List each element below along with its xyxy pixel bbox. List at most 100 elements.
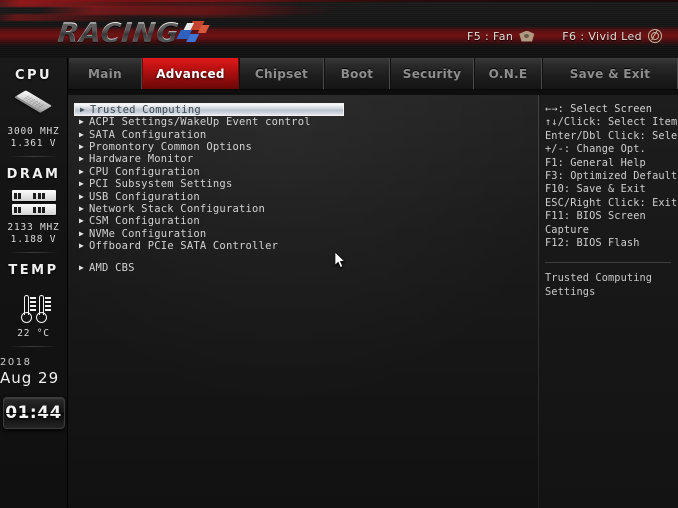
menu-item[interactable]: ▶ CPU Configuration (74, 166, 538, 178)
help-description-line: Trusted Computing (545, 272, 653, 285)
tab-security[interactable]: Security (390, 58, 474, 89)
tab-label: Security (402, 66, 462, 81)
menu-item[interactable]: ▶ PCI Subsystem Settings (74, 178, 538, 190)
menu-item[interactable]: ▶ USB Configuration (74, 190, 538, 203)
sidebar-date: 2018 Aug 29 (0, 357, 67, 387)
menu-item-label: AMD CBS (89, 262, 135, 275)
help-key-line: F3: Optimized Defaults (545, 170, 678, 183)
menu-item[interactable]: ▶ ACPI Settings/WakeUp Event control (74, 116, 538, 128)
help-key-line: +/-: Change Opt. (545, 143, 646, 156)
sidebar-dram-voltage: 1.188 V (10, 234, 57, 245)
menu-item-label: NVMe Configuration (89, 227, 207, 240)
sidebar-cpu-block: CPU 3000 MHZ 1.361 V (0, 58, 67, 150)
tab-advanced[interactable]: Advanced (142, 58, 239, 94)
checkered-flag-icon (175, 20, 211, 46)
tab-boot[interactable]: Boot (324, 58, 390, 89)
hotkey-vivid-led-label: F6 : Vivid Led (562, 29, 642, 43)
menu-item[interactable]: ▶ Promontory Common Options (74, 141, 538, 153)
tab-label: Advanced (156, 66, 225, 81)
menu-item-label: CPU Configuration (89, 165, 200, 178)
fan-icon (519, 31, 534, 42)
help-panel: ←→: Select Screen ↑↓/Click: Select Item En… (539, 95, 678, 508)
help-key-line: Enter/Dbl Click: Select (545, 129, 678, 142)
sidebar-clock-time: 01:44 (5, 403, 62, 423)
help-key-line: Capture (545, 223, 590, 236)
header-banner: RACING F5 : Fan F6 : Vivid Led (0, 0, 678, 58)
header-hotkeys: F5 : Fan F6 : Vivid Led (467, 29, 662, 43)
help-key-list: ←→: Select Screen ↑↓/Click: Select Item En… (545, 103, 678, 250)
menu-group-spacer (74, 252, 538, 262)
menu-item-label: Promontory Common Options (89, 140, 253, 153)
chevron-right-icon: ▶ (79, 263, 85, 273)
menu-item-label: PCI Subsystem Settings (89, 178, 233, 191)
help-description-line: Settings (545, 285, 596, 298)
tab-label: Save & Exit (569, 66, 651, 81)
menu-item-label: CSM Configuration (89, 215, 200, 228)
chevron-right-icon: ▶ (79, 129, 85, 139)
sidebar-temp-value: 22 °C (17, 328, 50, 339)
hotkey-fan[interactable]: F5 : Fan (467, 30, 534, 43)
chevron-right-icon: ▶ (79, 179, 85, 189)
menu-item[interactable]: ▶ Network Stack Configuration (74, 203, 538, 215)
menu-item-label: Offboard PCIe SATA Controller (89, 240, 279, 253)
menu-item-label: Network Stack Configuration (89, 202, 266, 215)
menu-item[interactable]: ▶ NVMe Configuration (74, 228, 538, 240)
chevron-right-icon: ▶ (80, 104, 86, 114)
bios-screen: RACING F5 : Fan F6 : Vivid Led CPU 3000 (0, 0, 678, 508)
sidebar-dram-title: DRAM (6, 167, 61, 182)
menu-item[interactable]: ▶ AMD CBS (74, 262, 538, 274)
help-key-line: F10: Save & Exit (545, 183, 646, 196)
sidebar-temp-title: TEMP (8, 263, 59, 278)
thermometer-icon (11, 286, 57, 324)
chevron-right-icon: ▶ (79, 154, 85, 164)
sidebar-cpu-title: CPU (14, 68, 53, 83)
help-key-line: F11: BIOS Screen (545, 210, 646, 223)
menu-item[interactable]: ▶ Hardware Monitor (74, 153, 538, 165)
chevron-right-icon: ▶ (79, 228, 85, 238)
sidebar-temp-block: TEMP 22 °C (0, 253, 67, 340)
system-info-sidebar: CPU 3000 MHZ 1.361 V DRAM 2133 MHZ 1.188… (0, 58, 68, 508)
menu-item[interactable]: ▶ SATA Configuration (74, 128, 538, 141)
hotkey-fan-label: F5 : Fan (467, 29, 514, 43)
brand-logo: RACING (56, 17, 211, 49)
tab-label: O.N.E (488, 66, 528, 81)
advanced-menu-panel: ▶ Trusted Computing ▶ ACPI Settings/WakeUp … (68, 95, 538, 508)
sidebar-dram-block: DRAM 2133 MHZ 1.188 V (0, 157, 67, 246)
menu-item[interactable]: ▶ CSM Configuration (74, 215, 538, 227)
tab-label: Main (88, 66, 122, 81)
help-key-line: ←→: Select Screen (545, 103, 653, 115)
help-key-line: F1: General Help (545, 156, 646, 169)
menu-item-label: SATA Configuration (89, 128, 207, 141)
logo-text: RACING (56, 17, 182, 49)
cpu-chip-icon (11, 90, 57, 120)
chevron-right-icon: ▶ (79, 216, 85, 226)
dram-module-icon (11, 190, 57, 216)
tab-chipset[interactable]: Chipset (239, 58, 324, 89)
hotkey-vivid-led[interactable]: F6 : Vivid Led (562, 29, 662, 43)
menu-item[interactable]: ▶ Offboard PCIe SATA Controller (74, 240, 538, 252)
menu-item[interactable]: ▶ Trusted Computing (74, 103, 344, 116)
help-key-line: ESC/Right Click: Exit (545, 196, 678, 209)
sidebar-divider (8, 346, 59, 347)
tab-save-exit[interactable]: Save & Exit (542, 58, 678, 89)
sidebar-date-monthday: Aug 29 (0, 369, 60, 387)
chevron-right-icon: ▶ (79, 191, 85, 201)
help-key-line: ↑↓/Click: Select Item (545, 116, 678, 129)
sidebar-cpu-voltage: 1.361 V (10, 138, 57, 149)
sidebar-clock: 01:44 (2, 397, 65, 429)
led-icon (648, 29, 662, 43)
menu-item-label: ACPI Settings/WakeUp Event control (89, 116, 311, 129)
tab-label: Boot (340, 66, 374, 81)
chevron-right-icon: ▶ (79, 117, 85, 127)
chevron-right-icon: ▶ (79, 141, 85, 151)
menu-item-label: USB Configuration (89, 190, 200, 203)
sidebar-cpu-freq: 3000 MHZ (7, 126, 60, 137)
tab-o-n-e[interactable]: O.N.E (474, 58, 542, 89)
help-divider (545, 262, 671, 264)
menu-item-label: Trusted Computing (90, 103, 201, 116)
tab-main[interactable]: Main (68, 58, 142, 89)
help-key-line: F12: BIOS Flash (545, 237, 640, 250)
help-description: Trusted Computing Settings (545, 272, 673, 299)
chevron-right-icon: ▶ (79, 166, 85, 176)
chevron-right-icon: ▶ (79, 203, 85, 213)
